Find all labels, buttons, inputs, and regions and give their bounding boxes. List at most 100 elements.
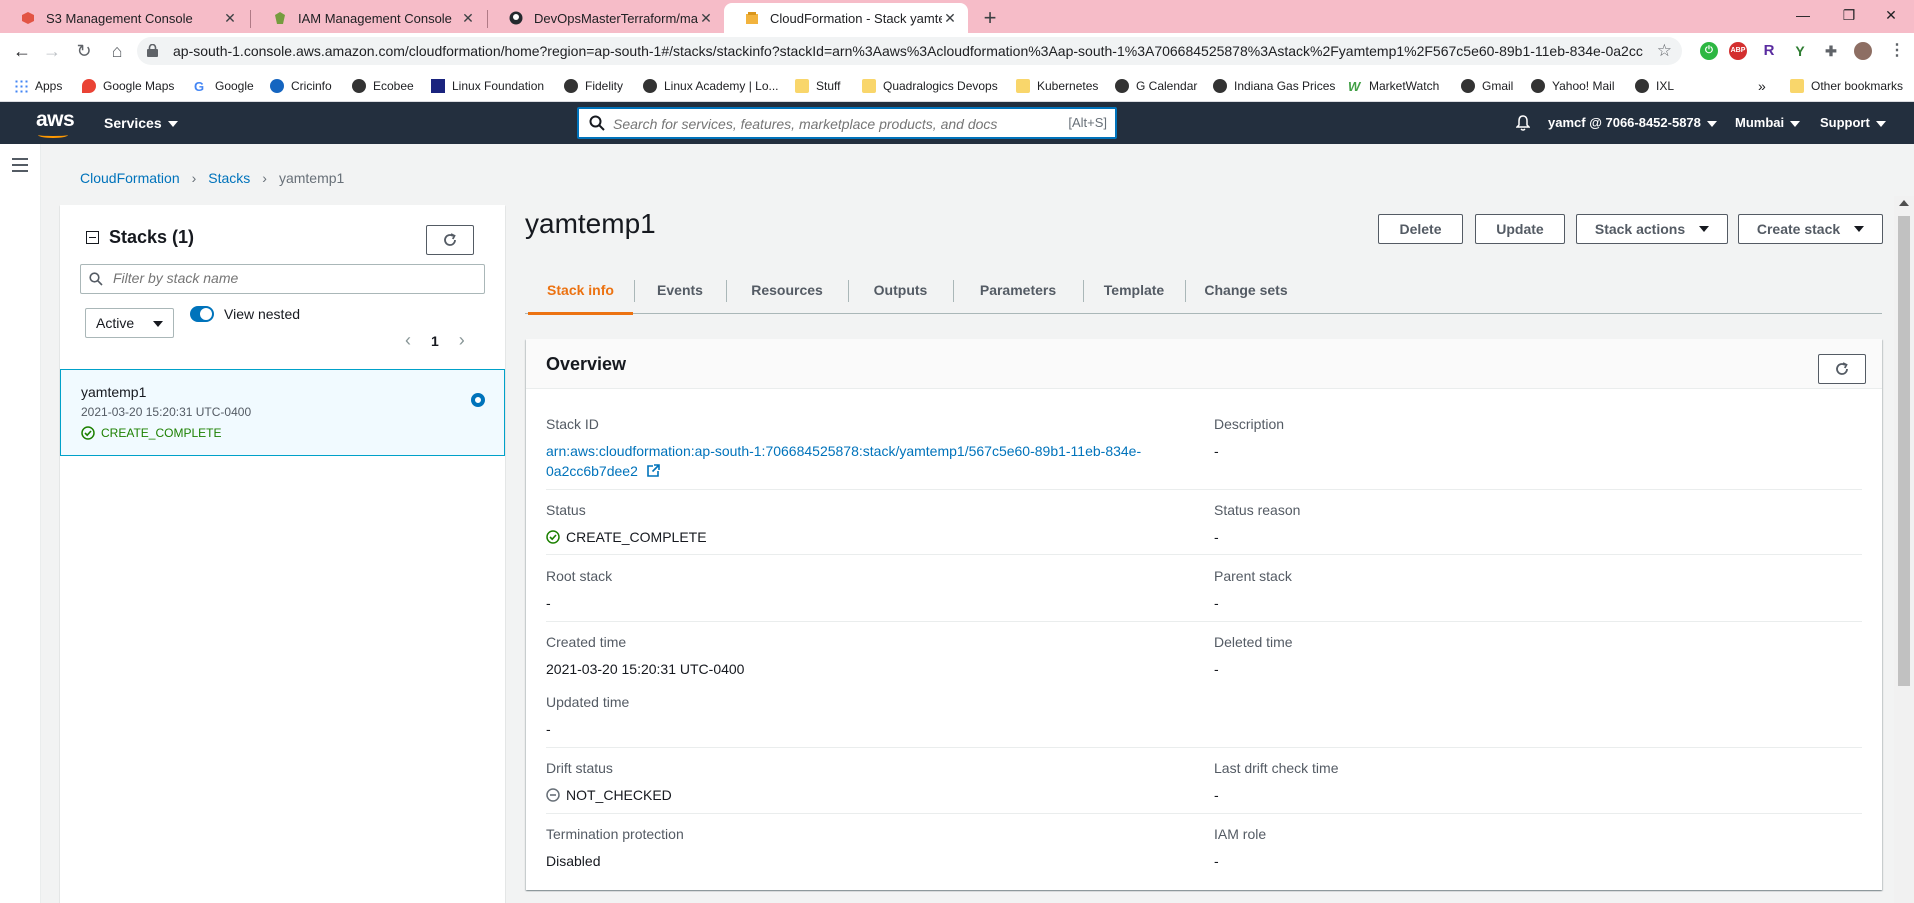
extension-r-icon[interactable]: R <box>1760 42 1778 60</box>
adblock-icon[interactable]: ABP <box>1729 42 1747 60</box>
folder-icon <box>795 79 809 93</box>
field-label: Updated time <box>546 694 630 710</box>
collapse-icon[interactable] <box>86 231 99 244</box>
bookmark-ixl[interactable]: IXL <box>1635 77 1674 95</box>
scrollbar-thumb[interactable] <box>1898 216 1910 686</box>
button-label: Delete <box>1399 221 1442 237</box>
bookmark-folder-kubernetes[interactable]: Kubernetes <box>1016 77 1098 95</box>
services-menu[interactable]: Services <box>104 115 178 131</box>
page-title: yamtemp1 <box>525 208 656 239</box>
stack-id-link[interactable]: arn:aws:cloudformation:ap-south-1:706684… <box>546 441 1186 481</box>
aws-search-box[interactable]: [Alt+S] <box>577 107 1117 139</box>
tab-parameters[interactable]: Parameters <box>954 266 1082 314</box>
bookmark-yahoo-mail[interactable]: Yahoo! Mail <box>1531 77 1614 95</box>
marketwatch-icon: W <box>1348 79 1361 94</box>
chrome-menu-icon[interactable]: ⋮ <box>1888 42 1906 60</box>
search-input[interactable] <box>613 114 1033 134</box>
update-button[interactable]: Update <box>1475 214 1565 244</box>
home-icon[interactable]: ⌂ <box>103 37 131 65</box>
restore-icon[interactable]: ❐ <box>1826 0 1872 30</box>
extension-power-icon[interactable]: ⏻ <box>1700 42 1718 60</box>
account-menu[interactable]: yamcf @ 7066-8452-5878 <box>1548 115 1717 130</box>
github-icon <box>508 10 524 26</box>
refresh-overview-button[interactable] <box>1818 354 1866 384</box>
create-stack-button[interactable]: Create stack <box>1738 214 1883 244</box>
bookmark-linux-academy[interactable]: Linux Academy | Lo... <box>643 77 779 95</box>
filter-input[interactable] <box>113 270 473 286</box>
browser-tab-s3[interactable]: S3 Management Console ✕ <box>0 3 248 33</box>
page-scrollbar[interactable] <box>1894 196 1914 903</box>
other-bookmarks[interactable]: Other bookmarks <box>1790 77 1903 95</box>
address-bar[interactable]: ap-south-1.console.aws.amazon.com/cloudf… <box>137 37 1682 65</box>
close-icon[interactable]: ✕ <box>942 10 958 27</box>
drift-status-field: Drift status NOT_CHECKED <box>546 760 672 805</box>
bookmark-indiana-gas[interactable]: Indiana Gas Prices <box>1213 77 1335 95</box>
browser-tab-github[interactable]: DevOpsMasterTerraform/main.tf ✕ <box>488 3 724 33</box>
new-tab-button[interactable]: + <box>976 5 1004 33</box>
browser-tab-cloudformation[interactable]: CloudFormation - Stack yamtemp ✕ <box>724 3 968 33</box>
stack-filter[interactable] <box>80 264 485 294</box>
support-label: Support <box>1820 115 1870 130</box>
bookmark-cricinfo[interactable]: Cricinfo <box>270 77 332 95</box>
delete-button[interactable]: Delete <box>1378 214 1463 244</box>
bell-icon[interactable] <box>1516 115 1530 131</box>
breadcrumb-cloudformation[interactable]: CloudFormation <box>80 170 180 186</box>
browser-tab-iam[interactable]: IAM Management Console ✕ <box>252 3 486 33</box>
services-label: Services <box>104 115 162 131</box>
tab-template[interactable]: Template <box>1084 266 1184 314</box>
tab-stack-info[interactable]: Stack info <box>528 266 633 315</box>
hamburger-menu-icon[interactable] <box>12 158 28 172</box>
tab-outputs[interactable]: Outputs <box>849 266 952 314</box>
view-nested-toggle[interactable]: View nested <box>190 306 300 322</box>
close-icon[interactable]: ✕ <box>460 10 476 27</box>
field-label: Status reason <box>1214 502 1301 518</box>
bookmark-fidelity[interactable]: Fidelity <box>564 77 623 95</box>
tab-resources[interactable]: Resources <box>727 266 847 314</box>
minimize-icon[interactable]: — <box>1780 0 1826 30</box>
chevron-left-icon[interactable]: ‹ <box>405 330 411 351</box>
reload-icon[interactable]: ↻ <box>70 37 98 65</box>
tab-change-sets[interactable]: Change sets <box>1186 266 1306 314</box>
bookmark-folder-stuff[interactable]: Stuff <box>795 77 840 95</box>
bookmark-linux-foundation[interactable]: Linux Foundation <box>431 77 544 95</box>
profile-avatar[interactable] <box>1854 42 1872 60</box>
bookmarks-overflow-icon[interactable]: » <box>1758 77 1766 95</box>
breadcrumb-stacks[interactable]: Stacks <box>208 170 250 186</box>
tab-events[interactable]: Events <box>635 266 725 314</box>
region-menu[interactable]: Mumbai <box>1735 115 1801 130</box>
toggle-switch[interactable] <box>190 306 214 322</box>
field-value: - <box>1214 443 1219 459</box>
stack-list-item[interactable]: yamtemp1 2021-03-20 15:20:31 UTC-0400 CR… <box>60 369 505 456</box>
scroll-up-icon[interactable] <box>1899 200 1909 206</box>
aws-header: aws Services [Alt+S] yamcf @ 7066-8452-5… <box>0 102 1914 144</box>
bookmark-google[interactable]: G Google <box>194 77 254 95</box>
field-value: - <box>1214 853 1219 869</box>
chevron-right-icon[interactable]: › <box>459 330 465 351</box>
extensions-puzzle-icon[interactable]: ✚ <box>1822 42 1840 60</box>
status-field: Status CREATE_COMPLETE <box>546 502 707 547</box>
root-stack-field: Root stack - <box>546 568 612 613</box>
stack-actions-button[interactable]: Stack actions <box>1576 214 1728 244</box>
close-icon[interactable]: ✕ <box>222 10 238 27</box>
back-icon[interactable]: ← <box>8 37 36 65</box>
page-number[interactable]: 1 <box>431 333 439 349</box>
bookmark-google-maps[interactable]: Google Maps <box>82 77 174 95</box>
status-filter-select[interactable]: Active <box>85 308 174 338</box>
bookmark-marketwatch[interactable]: W MarketWatch <box>1348 77 1439 95</box>
support-menu[interactable]: Support <box>1820 115 1886 130</box>
bookmark-apps[interactable]: Apps <box>14 77 62 95</box>
bookmark-g-calendar[interactable]: G Calendar <box>1115 77 1197 95</box>
bookmark-folder-quadralogics[interactable]: Quadralogics Devops <box>862 77 998 95</box>
close-icon[interactable]: ✕ <box>698 10 714 27</box>
refresh-stacks-button[interactable] <box>426 225 474 255</box>
extension-y-icon[interactable]: Y <box>1791 42 1809 60</box>
bookmark-star-icon[interactable]: ☆ <box>1657 41 1672 61</box>
stack-id-field: Stack ID arn:aws:cloudformation:ap-south… <box>546 416 1186 481</box>
forward-icon[interactable]: → <box>38 37 66 65</box>
bookmark-ecobee[interactable]: Ecobee <box>352 77 414 95</box>
aws-logo[interactable]: aws <box>36 108 75 138</box>
selected-radio[interactable] <box>471 393 485 407</box>
window-close-icon[interactable]: ✕ <box>1868 0 1914 30</box>
bookmark-label: Google Maps <box>103 79 175 93</box>
bookmark-gmail[interactable]: Gmail <box>1461 77 1513 95</box>
